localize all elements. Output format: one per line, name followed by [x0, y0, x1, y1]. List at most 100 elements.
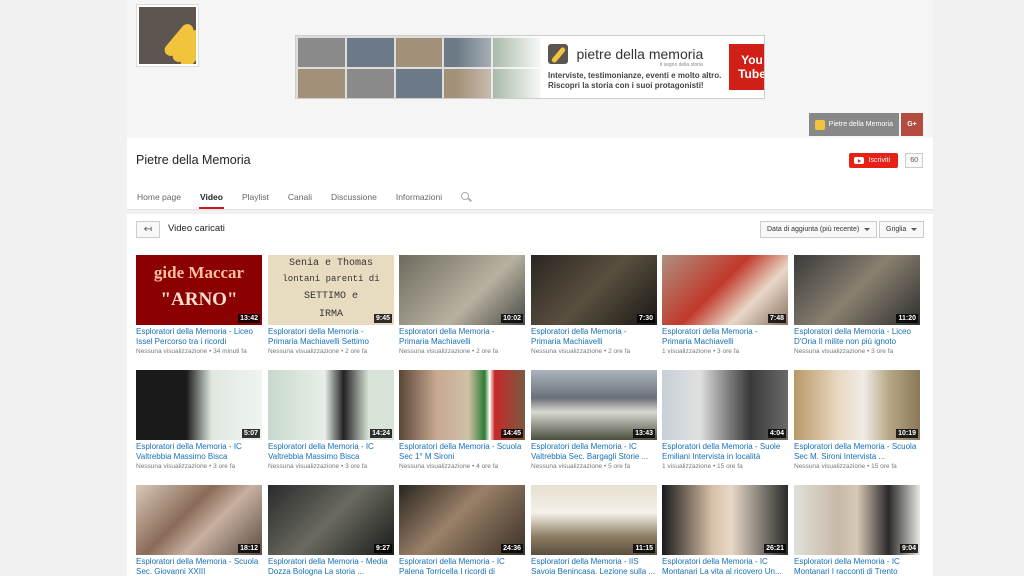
tab-channels[interactable]: Canali	[288, 186, 312, 210]
video-duration: 11:20	[896, 314, 918, 323]
video-meta: Nessuna visualizzazione • 2 ore fa	[268, 348, 368, 355]
video-card[interactable]: 11:15 Esploratori della Memoria - IIS Sa…	[531, 485, 657, 576]
video-duration: 10:02	[501, 314, 523, 323]
video-age: 3 ore fa	[717, 348, 740, 355]
video-title[interactable]: Esploratori della Memoria - IC Valtrebbi…	[268, 442, 394, 462]
video-age: 15 ore fa	[717, 463, 743, 470]
video-card[interactable]: 10:02 Esploratori della Memoria - Primar…	[399, 255, 525, 355]
video-card[interactable]: 10:19 Esploratori della Memoria - Scuola…	[794, 370, 920, 470]
video-thumbnail[interactable]: 14:24	[268, 370, 394, 440]
video-thumbnail[interactable]: 10:19	[794, 370, 920, 440]
video-title[interactable]: Esploratori della Memoria - IC Valtrebbi…	[531, 442, 657, 462]
video-meta: Nessuna visualizzazione • 3 ore fa	[268, 463, 368, 470]
video-meta: Nessuna visualizzazione • 2 ore fa	[531, 348, 631, 355]
back-button[interactable]: ↤	[136, 221, 160, 238]
thumbnail-text: lontani parenti di	[282, 274, 380, 284]
video-meta: Nessuna visualizzazione • 3 ore fa	[794, 348, 894, 355]
video-title[interactable]: Esploratori della Memoria - Suole Emilia…	[662, 442, 788, 462]
video-meta: Nessuna visualizzazione • 2 ore fa	[399, 348, 499, 355]
video-views: Nessuna visualizzazione	[136, 348, 208, 355]
video-thumbnail[interactable]: 11:20	[794, 255, 920, 325]
video-thumbnail[interactable]: 24:36	[399, 485, 525, 555]
tab-playlists[interactable]: Playlist	[242, 186, 269, 210]
video-views: Nessuna visualizzazione	[399, 348, 471, 355]
video-card[interactable]: 7:48 Esploratori della Memoria - Primari…	[662, 255, 788, 355]
video-views: Nessuna visualizzazione	[794, 463, 866, 470]
video-thumbnail[interactable]: Senia e Thomas lontani parenti di SETTIM…	[268, 255, 394, 325]
video-thumbnail[interactable]: 26:21	[662, 485, 788, 555]
video-thumbnail[interactable]: 11:15	[531, 485, 657, 555]
chevron-down-icon	[864, 228, 871, 231]
video-card[interactable]: 9:04 Esploratori della Memoria - IC Mont…	[794, 485, 920, 576]
video-card[interactable]: 4:04 Esploratori della Memoria - Suole E…	[662, 370, 788, 470]
tab-discussion[interactable]: Discussione	[331, 186, 377, 210]
video-views: Nessuna visualizzazione	[531, 463, 603, 470]
video-title[interactable]: Esploratori della Memoria - Primaria Mac…	[399, 327, 525, 347]
video-thumbnail[interactable]: 9:27	[268, 485, 394, 555]
video-thumbnail[interactable]: 13:43	[531, 370, 657, 440]
video-title[interactable]: Esploratori della Memoria - Media Dozza …	[268, 557, 394, 576]
video-meta: Nessuna visualizzazione • 4 ore fa	[399, 463, 499, 470]
video-title[interactable]: Esploratori della Memoria - Primaria Mac…	[662, 327, 788, 347]
video-title[interactable]: Esploratori della Memoria - IC Palena To…	[399, 557, 525, 576]
video-views: 1 visualizzazione	[662, 348, 712, 355]
view-dropdown[interactable]: Griglia	[879, 221, 925, 238]
video-thumbnail[interactable]: 14:45	[399, 370, 525, 440]
video-thumbnail[interactable]: 10:02	[399, 255, 525, 325]
video-thumbnail[interactable]: 9:04	[794, 485, 920, 555]
tab-videos[interactable]: Video	[198, 186, 224, 210]
video-age: 2 ore fa	[608, 348, 631, 355]
video-card[interactable]: 5:07 Esploratori della Memoria - IC Valt…	[136, 370, 262, 470]
video-age: 4 ore fa	[476, 463, 499, 470]
chevron-down-icon	[911, 228, 918, 231]
video-title[interactable]: Esploratori della Memoria - IC Montanari…	[794, 557, 920, 576]
video-title[interactable]: Esploratori della Memoria - IC Montanari…	[662, 557, 788, 576]
videos-section: ↤ Video caricati Data di aggiunta (più r…	[127, 214, 933, 576]
video-card[interactable]: 14:45 Esploratori della Memoria - Scuola…	[399, 370, 525, 470]
video-title[interactable]: Esploratori della Memoria - IIS Savoia B…	[531, 557, 657, 576]
video-title[interactable]: Esploratori della Memoria - IC Valtrebbi…	[136, 442, 262, 462]
video-thumbnail[interactable]: 18:12	[136, 485, 262, 555]
video-views: Nessuna visualizzazione	[794, 348, 866, 355]
video-card[interactable]: 24:36 Esploratori della Memoria - IC Pal…	[399, 485, 525, 576]
gplus-link[interactable]: G+	[901, 113, 923, 136]
video-title[interactable]: Esploratori della Memoria - Liceo D'Oria…	[794, 327, 920, 347]
channel-website-link[interactable]: Pietre della Memoria	[808, 113, 899, 136]
video-title[interactable]: Esploratori della Memoria - Primaria Mac…	[531, 327, 657, 347]
video-meta: Nessuna visualizzazione • 5 ore fa	[531, 463, 631, 470]
video-title[interactable]: Esploratori della Memoria - Scuola Sec 1…	[399, 442, 525, 462]
video-title[interactable]: Esploratori della Memoria - Scuola Sec. …	[136, 557, 262, 576]
video-meta: Nessuna visualizzazione • 3 ore fa	[136, 463, 236, 470]
video-title[interactable]: Esploratori della Memoria - Liceo Issel …	[136, 327, 262, 347]
video-title[interactable]: Esploratori della Memoria - Primaria Mac…	[268, 327, 394, 347]
video-card[interactable]: 13:43 Esploratori della Memoria - IC Val…	[531, 370, 657, 470]
video-card[interactable]: 11:20 Esploratori della Memoria - Liceo …	[794, 255, 920, 355]
channel-banner: pietre della memoria il segno della stor…	[127, 0, 933, 138]
video-card[interactable]: 14:24 Esploratori della Memoria - IC Val…	[268, 370, 394, 470]
sort-dropdown[interactable]: Data di aggiunta (più recente)	[760, 221, 878, 238]
video-duration: 7:48	[767, 314, 786, 323]
video-age: 15 ore fa	[871, 463, 897, 470]
channel-links: Pietre della Memoria G+	[808, 113, 923, 136]
video-thumbnail[interactable]: 4:04	[662, 370, 788, 440]
video-card[interactable]: gide Maccar "ARNO" 13:42 Esploratori del…	[136, 255, 262, 355]
video-card[interactable]: 7:30 Esploratori della Memoria - Primari…	[531, 255, 657, 355]
video-thumbnail[interactable]: 7:48	[662, 255, 788, 325]
video-card[interactable]: 18:12 Esploratori della Memoria - Scuola…	[136, 485, 262, 576]
video-card[interactable]: 9:27 Esploratori della Memoria - Media D…	[268, 485, 394, 576]
video-meta: Nessuna visualizzazione • 34 minuti fa	[136, 348, 247, 355]
video-card[interactable]: 26:21 Esploratori della Memoria - IC Mon…	[662, 485, 788, 576]
thumbnail-text: "ARNO"	[160, 289, 238, 310]
tab-home[interactable]: Home page	[137, 186, 181, 210]
video-thumbnail[interactable]: gide Maccar "ARNO" 13:42	[136, 255, 262, 325]
video-views: Nessuna visualizzazione	[531, 348, 603, 355]
subscribe-button[interactable]: Iscriviti	[848, 153, 898, 168]
channel-avatar[interactable]	[136, 4, 199, 67]
video-duration: 9:45	[373, 314, 392, 323]
tab-about[interactable]: Informazioni	[396, 186, 442, 210]
video-thumbnail[interactable]: 5:07	[136, 370, 262, 440]
video-thumbnail[interactable]: 7:30	[531, 255, 657, 325]
search-icon[interactable]	[461, 192, 471, 202]
video-card[interactable]: Senia e Thomas lontani parenti di SETTIM…	[268, 255, 394, 355]
video-title[interactable]: Esploratori della Memoria - Scuola Sec M…	[794, 442, 920, 462]
